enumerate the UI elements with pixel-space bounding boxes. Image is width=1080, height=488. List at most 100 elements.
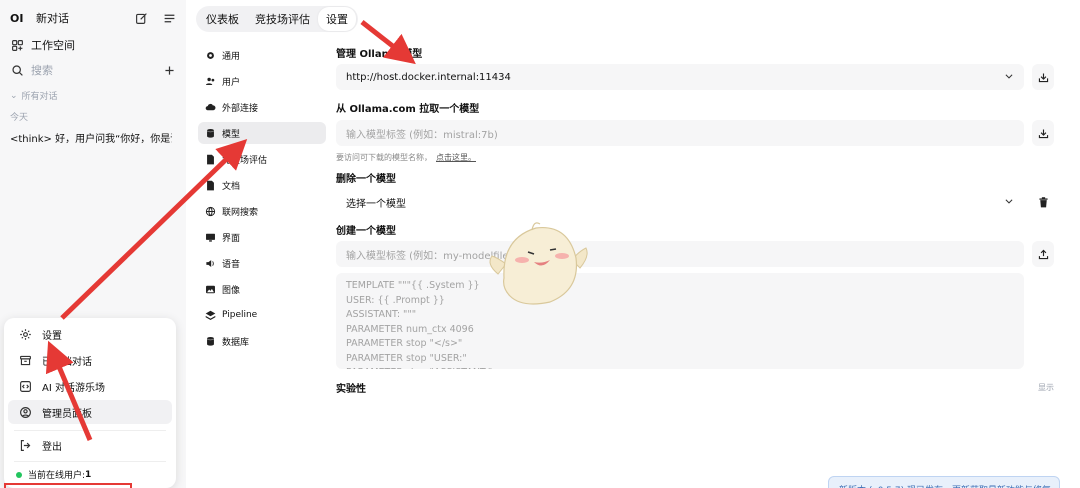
- nav-label: 数据库: [222, 337, 250, 348]
- download-icon: [1036, 126, 1050, 140]
- nav-label: 外部连接: [222, 103, 259, 114]
- nav-item-images[interactable]: 图像: [198, 278, 326, 300]
- users-icon: [204, 75, 216, 87]
- edit-icon[interactable]: [134, 11, 148, 25]
- search-bar[interactable]: 搜索: [10, 62, 176, 78]
- online-dot-icon: [16, 471, 22, 478]
- online-label: 当前在线用户:: [28, 471, 86, 481]
- nav-label: 界面: [222, 233, 241, 244]
- modelfile-textarea[interactable]: TEMPLATE """{{ .System }} USER: {{ .Prom…: [336, 273, 1024, 369]
- sidebar-header: OI 新对话: [10, 10, 176, 26]
- chat-title: <think> 好，用户问我“你好，你是谁: [10, 134, 172, 145]
- nav-item-arena[interactable]: 竞技场评估: [198, 148, 326, 170]
- nav-item-pipeline[interactable]: Pipeline: [198, 304, 326, 326]
- upload-model-button[interactable]: [1032, 241, 1054, 267]
- database-icon: [204, 127, 216, 139]
- online-users-status: 当前在线用户: 1: [16, 468, 91, 481]
- trash-icon: [1036, 195, 1050, 209]
- settings-nav: 通用 用户 外部连接 模型 竞技场评估 文档 联网搜索 界面 语音 图像 Pip…: [198, 44, 326, 356]
- online-count: 1: [85, 469, 92, 480]
- search-input[interactable]: 搜索: [31, 62, 53, 78]
- chevron-down-icon: [1004, 71, 1014, 84]
- plus-icon[interactable]: [162, 63, 176, 77]
- nav-item-models[interactable]: 模型: [198, 122, 326, 144]
- top-tabs: 仪表板 竞技场评估 设置: [196, 6, 358, 32]
- new-chat-button[interactable]: 新对话: [36, 10, 69, 26]
- tab-arena[interactable]: 竞技场评估: [247, 7, 318, 31]
- menu-item-logout[interactable]: 登出: [8, 433, 172, 457]
- search-icon: [10, 63, 24, 77]
- nav-item-database[interactable]: 数据库: [198, 330, 326, 352]
- user-menu-popup: 设置 已归档对话 AI 对话游乐场 管理员面板 登出 当前在线用户: 1: [4, 318, 176, 488]
- ollama-url-value: http://host.docker.internal:11434: [346, 71, 511, 83]
- database-icon: [204, 335, 216, 347]
- user-circle-icon: [18, 405, 32, 419]
- menu-item-admin[interactable]: 管理员面板: [8, 400, 172, 424]
- nav-item-users[interactable]: 用户: [198, 70, 326, 92]
- menu-icon[interactable]: [162, 11, 176, 25]
- nav-label: Pipeline: [222, 310, 258, 320]
- pull-hint-link[interactable]: 点击这里。: [436, 153, 476, 162]
- ollama-url-select[interactable]: http://host.docker.internal:11434: [336, 64, 1024, 90]
- gear-icon: [204, 49, 216, 61]
- today-header: 今天: [10, 110, 176, 123]
- nav-label: 图像: [222, 285, 241, 296]
- delete-model-select[interactable]: 选择一个模型: [336, 189, 1024, 215]
- update-models-button[interactable]: [1032, 64, 1054, 90]
- create-model-label: 创建一个模型: [336, 226, 396, 237]
- app-window: OI 新对话 工作空间 搜索 ⌄ 所有对话 今天 <think> 好，用户问我“…: [0, 0, 1080, 488]
- layers-icon: [204, 309, 216, 321]
- chat-list-item[interactable]: <think> 好，用户问我“你好，你是谁: [10, 130, 172, 145]
- menu-item-playground[interactable]: AI 对话游乐场: [8, 374, 172, 398]
- nav-label: 联网搜索: [222, 207, 259, 218]
- nav-item-web-search[interactable]: 联网搜索: [198, 200, 326, 222]
- nav-item-interface[interactable]: 界面: [198, 226, 326, 248]
- nav-label: 模型: [222, 129, 241, 140]
- today-label: 今天: [10, 113, 29, 123]
- app-logo: OI: [10, 11, 24, 25]
- chevron-down-icon: ⌄: [10, 90, 18, 101]
- nav-item-audio[interactable]: 语音: [198, 252, 326, 274]
- all-chats-toggle[interactable]: ⌄ 所有对话: [10, 89, 176, 103]
- pull-hint-text: 要访问可下载的模型名称，: [336, 153, 432, 162]
- nav-item-connections[interactable]: 外部连接: [198, 96, 326, 118]
- grid-icon: [10, 38, 24, 52]
- nav-label: 通用: [222, 51, 241, 62]
- nav-item-general[interactable]: 通用: [198, 44, 326, 66]
- menu-label-playground: AI 对话游乐场: [42, 382, 105, 394]
- pull-model-button[interactable]: [1032, 120, 1054, 146]
- cloud-icon: [204, 101, 216, 113]
- upload-icon: [1036, 247, 1050, 261]
- delete-model-label: 删除一个模型: [336, 174, 396, 185]
- pull-model-placeholder: 输入模型标签 (例如：mistral:7b): [346, 129, 498, 141]
- nav-item-documents[interactable]: 文档: [198, 174, 326, 196]
- document-icon: [204, 153, 216, 165]
- highlight-box: [4, 483, 132, 488]
- experimental-show-link[interactable]: 显示: [1038, 382, 1054, 393]
- create-model-tag-input[interactable]: 输入模型标签 (例如：my-modelfile): [336, 241, 1024, 267]
- pull-hint: 要访问可下载的模型名称， 点击这里。: [336, 152, 476, 163]
- tab-settings[interactable]: 设置: [318, 7, 356, 31]
- mascot-illustration: [489, 222, 588, 305]
- delete-model-value: 选择一个模型: [346, 198, 406, 210]
- workspace-link[interactable]: 工作空间: [10, 37, 176, 53]
- archive-icon: [18, 353, 32, 367]
- gear-icon: [18, 327, 32, 341]
- pull-model-input[interactable]: 输入模型标签 (例如：mistral:7b): [336, 120, 1024, 146]
- tab-dashboard[interactable]: 仪表板: [198, 7, 247, 31]
- image-icon: [204, 283, 216, 295]
- menu-label-archived: 已归档对话: [42, 356, 92, 368]
- menu-item-settings[interactable]: 设置: [8, 322, 172, 346]
- menu-item-archived[interactable]: 已归档对话: [8, 348, 172, 372]
- menu-divider: [14, 461, 166, 462]
- delete-model-button[interactable]: [1032, 189, 1054, 215]
- nav-label: 语音: [222, 259, 241, 270]
- workspace-label: 工作空间: [31, 39, 75, 52]
- update-toast[interactable]: 新版本 (v0.5.7) 现已发布，更新获取最新功能与修复: [828, 476, 1060, 488]
- menu-label-settings: 设置: [42, 330, 62, 342]
- manage-models-label: 管理 Ollama 模型: [336, 49, 423, 60]
- nav-label: 竞技场评估: [222, 155, 268, 166]
- menu-label-logout: 登出: [42, 441, 62, 453]
- experimental-label: 实验性: [336, 384, 366, 395]
- logout-icon: [18, 438, 32, 452]
